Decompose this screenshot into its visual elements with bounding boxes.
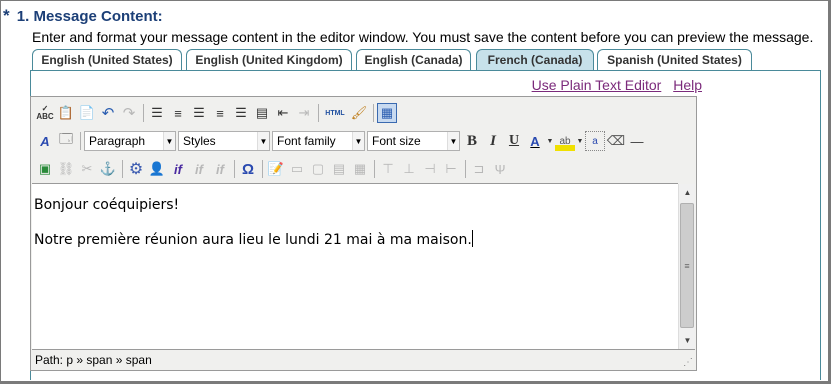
toolbar-row-2: A 🗔 Paragraph ▼ Styles ▼ Font family ▼ F… — [35, 130, 648, 152]
styles-select[interactable]: Styles ▼ — [178, 131, 270, 151]
table-col-after-icon[interactable]: ⊢ — [441, 159, 461, 179]
editor-scrollbar[interactable]: ▲ ≡ ▼ — [678, 184, 695, 349]
underline-icon[interactable]: U — [504, 131, 524, 151]
table-row-before-icon[interactable]: ⊤ — [378, 159, 398, 179]
element-path: Path: p » span » span — [35, 353, 152, 367]
toolbar-separator — [122, 160, 123, 178]
special-character-icon[interactable]: Ω — [238, 159, 258, 179]
rich-text-editor: ✓ ABC 📋 📄 ↶ ↷ ☰ ≡ ☰ ≡ ☰ ▤ ⇤ ⇥ HTML 🖌 ▦ A … — [30, 96, 697, 371]
table-split-icon[interactable]: Ψ — [490, 159, 510, 179]
scroll-up-icon[interactable]: ▲ — [679, 184, 696, 201]
table-icon[interactable]: ▦ — [377, 103, 397, 123]
paste-text-icon[interactable]: 📋 — [56, 103, 76, 123]
table-insert-row-icon[interactable]: ▤ — [329, 159, 349, 179]
content-paragraph-2-text: Notre première réunion aura lieu le lund… — [34, 232, 472, 248]
table-col-before-icon[interactable]: ⊣ — [420, 159, 440, 179]
html-source-icon[interactable]: HTML — [322, 103, 348, 123]
table-row-props-icon[interactable]: ▭ — [287, 159, 307, 179]
remove-format-icon[interactable]: a — [585, 131, 605, 151]
editor-content-area[interactable]: Bonjour coéquipiers! Notre première réun… — [32, 183, 678, 349]
person-icon[interactable]: 👤 — [147, 159, 167, 179]
align-center-icon[interactable]: ≡ — [210, 103, 230, 123]
toolbar-separator — [373, 104, 374, 122]
italic-icon[interactable]: I — [483, 131, 503, 151]
font-color-icon[interactable]: A — [525, 131, 545, 151]
toolbar-separator — [143, 104, 144, 122]
toolbar-separator — [374, 160, 375, 178]
table-row-after-icon[interactable]: ⊥ — [399, 159, 419, 179]
font-size-select-value: Font size — [372, 134, 421, 148]
font-size-select[interactable]: Font size ▼ — [367, 131, 460, 151]
insert-template-icon[interactable]: 🗔 — [56, 131, 76, 151]
outdent-icon[interactable]: ⇤ — [273, 103, 293, 123]
text-caret — [471, 230, 473, 247]
table-cell-props-icon[interactable]: ▢ — [308, 159, 328, 179]
content-paragraph-2[interactable]: Notre première réunion aura lieu le lund… — [34, 230, 676, 248]
tab-english-us[interactable]: English (United States) — [32, 49, 182, 71]
bullet-list-icon[interactable]: ☰ — [147, 103, 167, 123]
toolbar-separator — [465, 160, 466, 178]
tab-spanish-us[interactable]: Spanish (United States) — [597, 49, 752, 71]
editor-links: Use Plain Text Editor Help — [524, 77, 702, 93]
section-title: 1. Message Content: — [16, 8, 163, 25]
plain-text-editor-link[interactable]: Use Plain Text Editor — [532, 77, 662, 93]
editor-status-bar: Path: p » span » span ⋰ — [32, 349, 695, 369]
font-color-dropdown-icon[interactable]: ▼ — [546, 131, 554, 151]
redo-icon[interactable]: ↷ — [119, 103, 139, 123]
paragraph-select[interactable]: Paragraph ▼ — [84, 131, 176, 151]
paragraph-select-value: Paragraph — [89, 134, 146, 148]
styles-select-value: Styles — [183, 134, 216, 148]
section-heading: * 1. Message Content: — [3, 6, 163, 26]
text-style-icon[interactable]: A — [35, 131, 55, 151]
tab-english-uk[interactable]: English (United Kingdom) — [186, 49, 352, 71]
conditional-if-icon[interactable]: if — [168, 159, 188, 179]
highlight-color-icon[interactable]: ab — [555, 131, 575, 151]
chevron-down-icon: ▼ — [257, 132, 269, 150]
table-delete-row-icon[interactable]: ▦ — [350, 159, 370, 179]
indent-icon[interactable]: ⇥ — [294, 103, 314, 123]
scroll-down-icon[interactable]: ▼ — [679, 332, 696, 349]
chevron-down-icon: ▼ — [447, 132, 459, 150]
tab-french-canada[interactable]: French (Canada) — [476, 49, 594, 71]
unlink-icon[interactable]: ✂ — [77, 159, 97, 179]
required-mark: * — [3, 6, 10, 25]
chevron-down-icon: ▼ — [163, 132, 175, 150]
eraser-icon[interactable]: ⌫ — [606, 131, 626, 151]
anchor-icon[interactable]: ⚓ — [98, 159, 118, 179]
scrollbar-thumb[interactable]: ≡ — [680, 203, 694, 328]
conditional-else-if-icon[interactable]: if — [189, 159, 209, 179]
link-icon[interactable]: ⛓ — [56, 159, 76, 179]
toolbar-row-1: ✓ ABC 📋 📄 ↶ ↷ ☰ ≡ ☰ ≡ ☰ ▤ ⇤ ⇥ HTML 🖌 ▦ — [35, 102, 398, 124]
table-merge-icon[interactable]: ⊐ — [469, 159, 489, 179]
toolbar-row-3: ▣ ⛓ ✂ ⚓ ⚙ 👤 if if if Ω 📝 ▭ ▢ ▤ ▦ ⊤ ⊥ ⊣ ⊢… — [35, 158, 511, 180]
tab-panel-top-border — [30, 70, 821, 71]
undo-icon[interactable]: ↶ — [98, 103, 118, 123]
insert-image-icon[interactable]: ▣ — [35, 159, 55, 179]
chevron-down-icon: ▼ — [352, 132, 364, 150]
toolbar-separator — [318, 104, 319, 122]
spellcheck-icon[interactable]: ✓ ABC — [35, 103, 55, 123]
tab-english-canada[interactable]: English (Canada) — [356, 49, 471, 71]
conditional-end-if-icon[interactable]: if — [210, 159, 230, 179]
horizontal-rule-icon[interactable]: — — [627, 131, 647, 151]
instructions-text: Enter and format your message content in… — [32, 29, 814, 45]
font-family-select-value: Font family — [277, 134, 336, 148]
bold-icon[interactable]: B — [462, 131, 482, 151]
paste-word-icon[interactable]: 📄 — [77, 103, 97, 123]
help-link[interactable]: Help — [673, 77, 702, 93]
toolbar-separator — [234, 160, 235, 178]
align-right-icon[interactable]: ☰ — [231, 103, 251, 123]
content-paragraph-1[interactable]: Bonjour coéquipiers! — [34, 197, 676, 213]
align-left-icon[interactable]: ☰ — [189, 103, 209, 123]
highlight-dropdown-icon[interactable]: ▼ — [576, 131, 584, 151]
numbered-list-icon[interactable]: ≡ — [168, 103, 188, 123]
align-justify-icon[interactable]: ▤ — [252, 103, 272, 123]
toolbar-separator — [262, 160, 263, 178]
edit-form-icon[interactable]: 📝 — [266, 159, 286, 179]
settings-gear-icon[interactable]: ⚙ — [126, 159, 146, 179]
font-family-select[interactable]: Font family ▼ — [272, 131, 365, 151]
toolbar-separator — [80, 132, 81, 150]
cleanup-brush-icon[interactable]: 🖌 — [349, 103, 369, 123]
resize-grip-icon[interactable]: ⋰ — [683, 357, 695, 369]
